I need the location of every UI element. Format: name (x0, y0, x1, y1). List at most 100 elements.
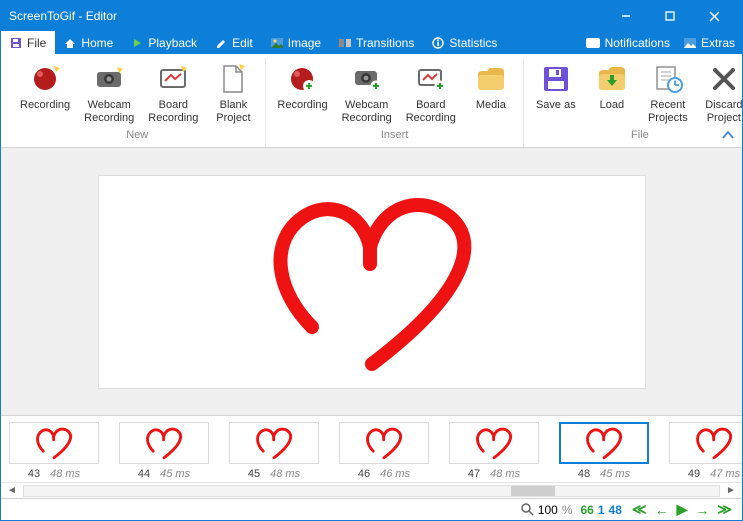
first-frame-button[interactable]: ≪ (630, 501, 649, 518)
tab-file[interactable]: File (1, 31, 55, 54)
frame-thumb[interactable]: 43 48 ms (9, 422, 99, 480)
prev-frame-button[interactable]: ← (653, 502, 671, 518)
discard-project-button[interactable]: DiscardProject (696, 58, 743, 127)
preview-canvas[interactable] (98, 175, 646, 389)
insert-webcam-button[interactable]: WebcamRecording (335, 58, 399, 127)
extras-label: Extras (701, 36, 735, 50)
ribbon-group-insert: Recording WebcamRecording BoardRecording… (266, 58, 523, 147)
discard-icon (708, 63, 740, 95)
tab-statistics[interactable]: Statistics (423, 31, 506, 54)
scroll-left-button[interactable]: ◄ (3, 485, 21, 496)
frame-number: 49 (688, 468, 700, 480)
tab-statistics-label: Statistics (449, 36, 497, 50)
group-insert-name: Insert (381, 127, 409, 145)
record-add-icon (286, 63, 318, 95)
blank-icon (217, 63, 249, 95)
frame-number: 43 (28, 468, 40, 480)
scroll-handle[interactable] (511, 486, 555, 496)
extras-link[interactable]: Extras (677, 31, 742, 54)
zoom-value: 100 (538, 503, 558, 517)
frame-delay: 45 ms (160, 468, 190, 480)
horizontal-scrollbar[interactable]: ◄ ► (1, 482, 742, 498)
insert-board-button[interactable]: BoardRecording (399, 58, 463, 127)
thumb-image (339, 422, 429, 464)
image-icon (271, 37, 283, 49)
group-new-name: New (126, 127, 148, 145)
total-frames: 66 (581, 503, 594, 517)
window-title: ScreenToGif - Editor (9, 9, 604, 23)
frame-thumb[interactable]: 4947 ms (669, 422, 742, 480)
tab-home[interactable]: Home (55, 31, 122, 54)
frame-number: 47 (468, 468, 480, 480)
frame-number: 45 (248, 468, 260, 480)
edit-icon (215, 37, 227, 49)
tab-transitions[interactable]: Transitions (330, 31, 423, 54)
frame-thumb[interactable]: 46 46 ms (339, 422, 429, 480)
blank-project-button[interactable]: BlankProject (205, 58, 261, 127)
zoom-pct: % (562, 503, 573, 517)
scroll-right-button[interactable]: ► (722, 485, 740, 496)
webcam-recording-button[interactable]: WebcamRecording (77, 58, 141, 127)
thumb-image (559, 422, 649, 464)
webcam-icon (93, 63, 125, 95)
close-button[interactable] (692, 1, 736, 31)
insert-board-label: BoardRecording (406, 99, 456, 124)
tab-file-label: File (27, 36, 46, 50)
new-recording-button[interactable]: Recording (13, 58, 77, 127)
frame-thumb[interactable]: 47 48 ms (449, 422, 539, 480)
frame-delay: 45 ms (600, 468, 630, 480)
thumb-image (229, 422, 319, 464)
frame-delay: 48 ms (50, 468, 80, 480)
transitions-icon (339, 37, 351, 49)
info-icon (432, 37, 444, 49)
frame-counts: 66 1 48 (581, 503, 622, 517)
extras-icon (684, 38, 696, 48)
blank-project-label: BlankProject (216, 99, 250, 124)
insert-media-button[interactable]: Media (463, 58, 519, 127)
load-button[interactable]: Load (584, 58, 640, 127)
load-icon (596, 63, 628, 95)
media-icon (475, 63, 507, 95)
frame-number: 48 (578, 468, 590, 480)
last-frame-button[interactable]: ≫ (715, 501, 734, 518)
insert-recording-label: Recording (277, 99, 327, 112)
tab-edit[interactable]: Edit (206, 31, 262, 54)
play-button[interactable]: ▶ (675, 501, 690, 518)
current-frame: 48 (609, 503, 622, 517)
tab-image[interactable]: Image (262, 31, 330, 54)
notifications-link[interactable]: Notifications (579, 31, 677, 54)
zoom-control[interactable]: 100 % (521, 503, 573, 517)
minimize-button[interactable] (604, 1, 648, 31)
tab-transitions-label: Transitions (356, 36, 414, 50)
magnifier-icon (521, 503, 534, 516)
selected-frames: 1 (598, 503, 605, 517)
insert-webcam-label: WebcamRecording (342, 99, 392, 124)
thumb-image (9, 422, 99, 464)
record-icon (29, 63, 61, 95)
ribbon: Recording WebcamRecording BoardRecording… (1, 54, 742, 148)
board-icon (157, 63, 189, 95)
recent-projects-button[interactable]: RecentProjects (640, 58, 696, 127)
board-recording-button[interactable]: BoardRecording (141, 58, 205, 127)
thumb-image (119, 422, 209, 464)
frame-thumb[interactable]: 4548 ms (229, 422, 319, 480)
frame-thumb[interactable]: 48 45 ms (559, 422, 649, 480)
frame-delay: 46 ms (380, 468, 410, 480)
tab-home-label: Home (81, 36, 113, 50)
frame-delay: 48 ms (490, 468, 520, 480)
playback-nav: ≪ ← ▶ → ≫ (630, 501, 734, 518)
tab-image-label: Image (288, 36, 321, 50)
load-label: Load (600, 99, 624, 112)
save-as-button[interactable]: Save as (528, 58, 584, 127)
frame-number: 46 (358, 468, 370, 480)
ribbon-collapse-button[interactable] (720, 127, 736, 143)
maximize-button[interactable] (648, 1, 692, 31)
frame-thumb[interactable]: 4445 ms (119, 422, 209, 480)
scroll-track[interactable] (23, 485, 720, 497)
tab-playback[interactable]: Playback (122, 31, 206, 54)
save-as-label: Save as (536, 99, 576, 112)
board-recording-label: BoardRecording (148, 99, 198, 124)
insert-recording-button[interactable]: Recording (270, 58, 334, 127)
next-frame-button[interactable]: → (693, 502, 711, 518)
webcam-recording-label: WebcamRecording (84, 99, 134, 124)
